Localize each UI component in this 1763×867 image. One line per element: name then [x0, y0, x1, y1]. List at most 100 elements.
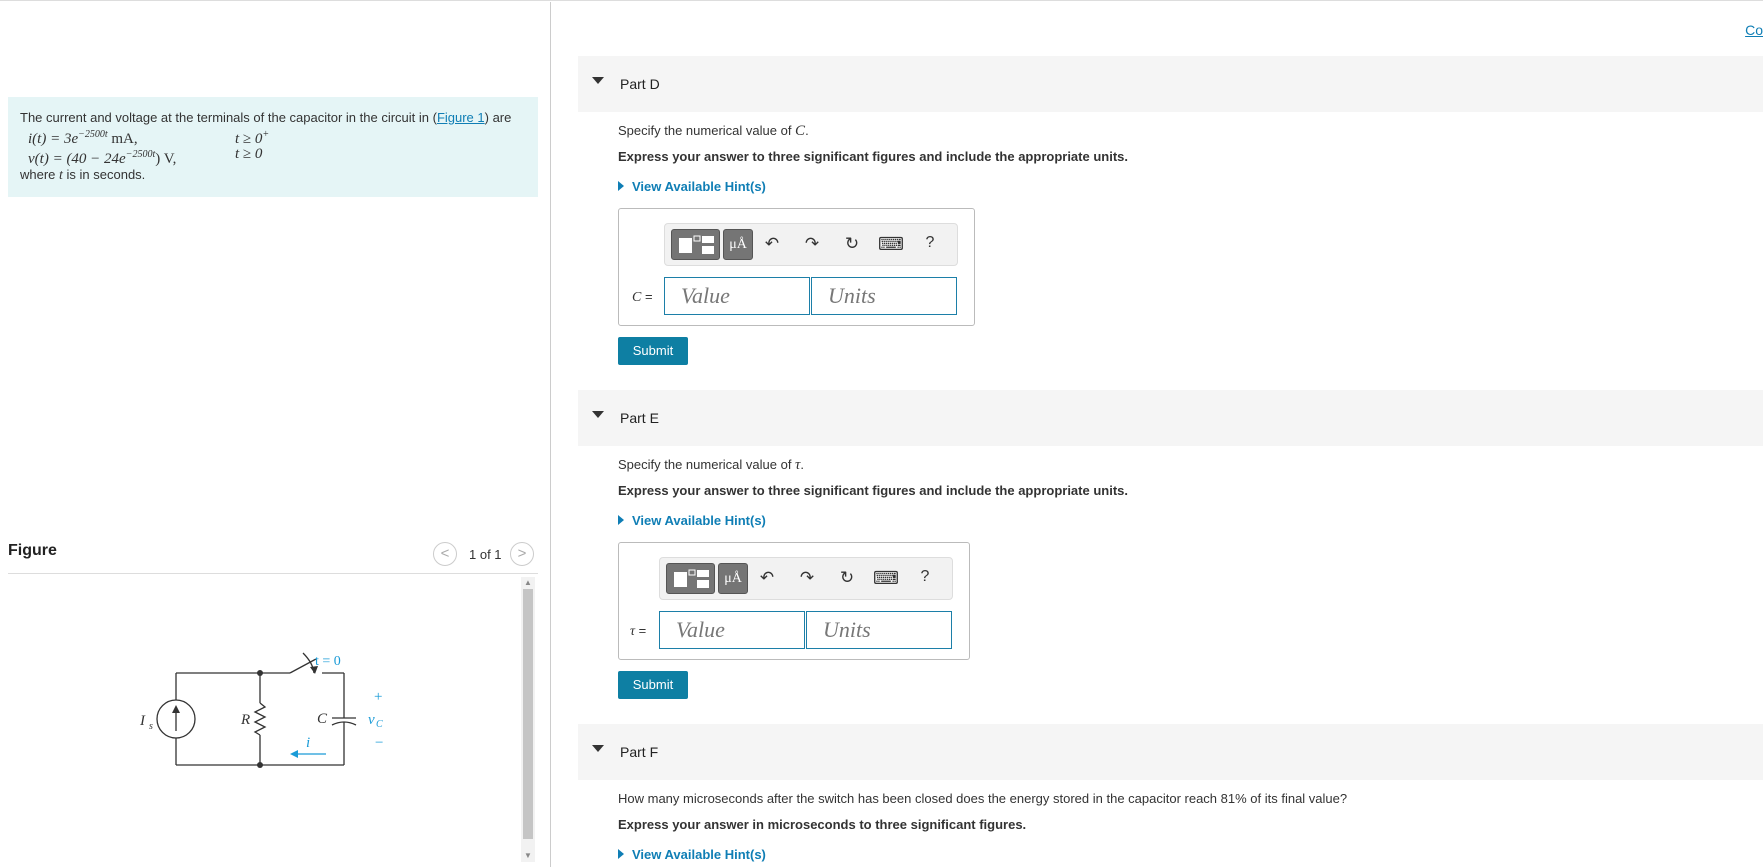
current-arrow-head: [290, 750, 298, 758]
hint-triangle-icon: [618, 849, 624, 859]
eq1-unit: mA,: [107, 131, 138, 147]
figure-link[interactable]: Figure 1: [437, 110, 485, 125]
keyboard-icon[interactable]: ⌨: [873, 568, 899, 589]
where-after: is in seconds.: [62, 167, 146, 182]
part-d-hint-link[interactable]: View Available Hint(s): [618, 179, 766, 194]
hint-triangle-icon: [618, 515, 624, 525]
part-d-header[interactable]: Part D: [578, 56, 1763, 112]
part-e-input-label: τ =: [630, 623, 646, 640]
part-e-equals: =: [635, 623, 647, 638]
collapse-caret-icon[interactable]: [592, 411, 604, 418]
part-d-value-input[interactable]: Value: [664, 277, 810, 315]
part-e-units-input[interactable]: Units: [806, 611, 952, 649]
capacitor-label: C: [317, 711, 328, 727]
source-label-sub: s: [149, 721, 153, 732]
eq1-left: i(t) = 3e: [28, 131, 79, 147]
resistor-label: R: [240, 712, 250, 728]
part-f-instruction: Express your answer in microseconds to t…: [618, 817, 1027, 832]
part-f-hint-link[interactable]: View Available Hint(s): [618, 847, 766, 862]
reset-icon[interactable]: ↻: [835, 568, 859, 588]
redo-icon[interactable]: ↷: [795, 568, 819, 588]
source-label: I: [139, 713, 146, 729]
intro-text: The current and voltage at the terminals…: [20, 109, 526, 126]
hint-triangle-icon: [618, 181, 624, 191]
redo-icon[interactable]: ↷: [800, 234, 824, 254]
part-f-hint-text: View Available Hint(s): [632, 847, 766, 862]
part-f-header[interactable]: Part F: [578, 724, 1763, 780]
undo-icon[interactable]: ↶: [755, 568, 779, 588]
part-d-q-var: C: [795, 123, 806, 139]
right-panel: Co Part D Specify the numerical value of…: [551, 2, 1763, 867]
units-button[interactable]: μÅ: [718, 563, 748, 594]
part-e-label: Part E: [620, 410, 659, 426]
voltage-equation: v(t) = (40 − 24e−2500t) V, t ≥ 0: [20, 146, 526, 167]
part-f-question: How many microseconds after the switch h…: [618, 791, 1348, 806]
scroll-thumb[interactable]: [523, 589, 533, 839]
part-d-input-var: C: [632, 290, 642, 305]
templates-button[interactable]: [671, 229, 720, 260]
circuit-diagram: I s R C t = 0 + v C − i: [139, 652, 383, 768]
collapse-caret-icon[interactable]: [592, 745, 604, 752]
eq1-cond: t ≥ 0: [235, 131, 263, 147]
eq2-exp: −2500t: [125, 149, 156, 160]
eq2-cond: t ≥ 0: [235, 146, 263, 162]
part-d-q-after: .: [805, 123, 809, 138]
minus-label: −: [375, 735, 383, 751]
part-e-q-after: .: [800, 457, 805, 472]
figure-prev-button[interactable]: <: [433, 542, 457, 566]
where-before: where: [20, 167, 60, 182]
keyboard-icon[interactable]: ⌨: [878, 234, 904, 255]
help-icon[interactable]: ?: [918, 234, 942, 252]
eq1-exp: −2500t: [78, 129, 108, 140]
part-e-math-toolbar: μÅ ↶ ↷ ↻ ⌨ ?: [659, 557, 953, 600]
switch-time-label: t = 0: [315, 654, 341, 669]
part-d-question: Specify the numerical value of C.: [618, 123, 809, 140]
left-panel: The current and voltage at the terminals…: [0, 2, 550, 867]
part-e-q-before: Specify the numerical value of: [618, 457, 796, 472]
figure-area: I s R C t = 0 + v C − i: [8, 575, 538, 865]
top-border: [0, 0, 1763, 1]
eq2-unit: ) V,: [155, 151, 177, 167]
collapse-caret-icon[interactable]: [592, 77, 604, 84]
resistor-icon: [253, 702, 267, 736]
node-bottom: [257, 762, 263, 768]
figure-next-button[interactable]: >: [510, 542, 534, 566]
part-e-question: Specify the numerical value of τ.: [618, 457, 804, 474]
part-d-input-label: C =: [632, 289, 653, 306]
help-icon[interactable]: ?: [913, 568, 937, 586]
figure-header: Figure < 1 of 1 >: [8, 536, 538, 574]
part-e-instruction: Express your answer to three significant…: [618, 483, 1128, 498]
units-button[interactable]: μÅ: [723, 229, 753, 260]
part-d-q-before: Specify the numerical value of: [618, 123, 796, 138]
templates-button[interactable]: [666, 563, 715, 594]
part-d-math-toolbar: μÅ ↶ ↷ ↻ ⌨ ?: [664, 223, 958, 266]
corner-link[interactable]: Co: [1745, 22, 1763, 38]
plus-label: +: [374, 689, 382, 705]
part-d-equals: =: [641, 289, 653, 304]
part-d-submit-button[interactable]: Submit: [618, 337, 688, 365]
figure-counter: 1 of 1: [469, 547, 502, 562]
reset-icon[interactable]: ↻: [840, 234, 864, 254]
undo-icon[interactable]: ↶: [760, 234, 784, 254]
intro-text-before: The current and voltage at the terminals…: [20, 110, 437, 125]
scroll-down-icon[interactable]: ▼: [524, 851, 532, 860]
part-d-units-input[interactable]: Units: [811, 277, 957, 315]
part-e-submit-button[interactable]: Submit: [618, 671, 688, 699]
problem-intro: The current and voltage at the terminals…: [8, 97, 538, 197]
part-d-instruction: Express your answer to three significant…: [618, 149, 1128, 164]
part-e-hint-link[interactable]: View Available Hint(s): [618, 513, 766, 528]
part-e-header[interactable]: Part E: [578, 390, 1763, 446]
part-d-hint-text: View Available Hint(s): [632, 179, 766, 194]
current-equation: i(t) = 3e−2500t mA, t ≥ 0+: [20, 126, 526, 147]
figure-title: Figure: [8, 542, 57, 559]
scroll-up-icon[interactable]: ▲: [524, 578, 532, 587]
intro-text-after: ) are: [484, 110, 512, 125]
figure-scrollbar[interactable]: ▲ ▼: [521, 577, 535, 862]
part-e-value-input[interactable]: Value: [659, 611, 805, 649]
where-text: where t is in seconds.: [20, 166, 526, 184]
eq2-left: v(t) = (40 − 24e: [28, 151, 126, 167]
part-e-hint-text: View Available Hint(s): [632, 513, 766, 528]
part-d-answer-box: μÅ ↶ ↷ ↻ ⌨ ? C = Value Units: [618, 208, 975, 326]
part-f-label: Part F: [620, 744, 659, 760]
vc-label-sub: C: [376, 719, 383, 730]
